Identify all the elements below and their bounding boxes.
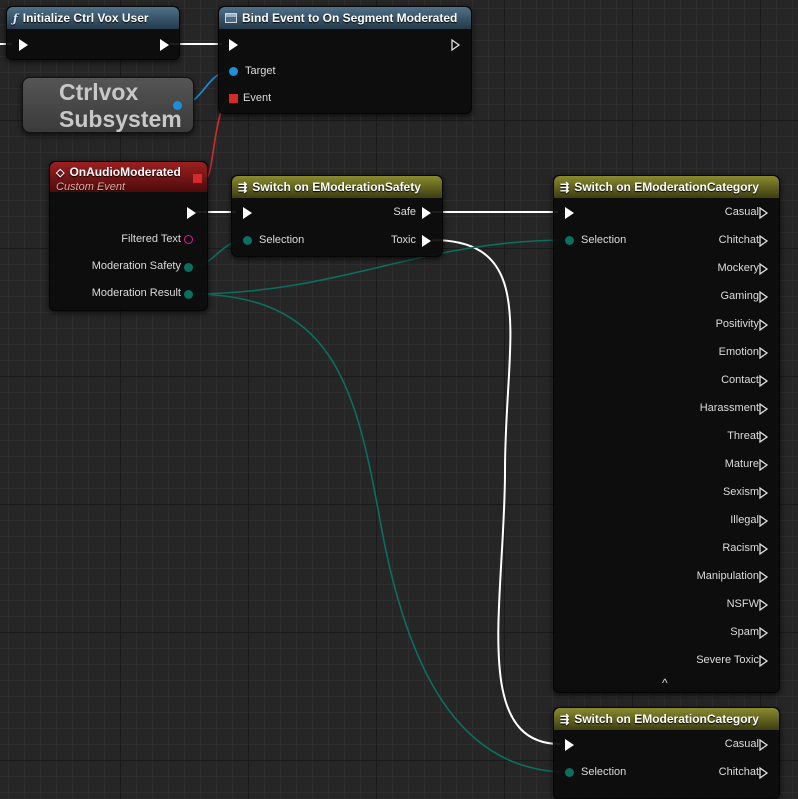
category-exec-out-pin[interactable]	[759, 207, 769, 219]
on-audio-moderated-node[interactable]: ◇ OnAudioModerated Custom Event Filtered …	[49, 161, 208, 311]
category-exec-out-pin[interactable]	[759, 655, 769, 667]
bind-event-node[interactable]: Bind Event to On Segment Moderated Targe…	[218, 6, 472, 114]
event-icon: ◇	[56, 167, 65, 179]
category-output-label: Casual	[724, 206, 759, 218]
exec-in-pin[interactable]	[229, 39, 238, 51]
category-exec-out-pin[interactable]	[759, 571, 769, 583]
category-exec-out-pin[interactable]	[759, 235, 769, 247]
moderation-safety-label: Moderation Safety	[91, 260, 181, 272]
category-exec-out-pin[interactable]	[759, 543, 769, 555]
category-output-label: Manipulation	[696, 570, 759, 582]
function-icon: ƒ	[13, 11, 18, 25]
exec-out-pin[interactable]	[451, 39, 461, 51]
exec-in-pin[interactable]	[565, 207, 574, 219]
exec-out-pin[interactable]	[187, 207, 196, 219]
switch-icon: ⇶	[560, 181, 570, 194]
bind-event-header: Bind Event to On Segment Moderated	[219, 7, 471, 29]
category-exec-out-pin[interactable]	[759, 459, 769, 471]
target-pin[interactable]	[229, 67, 238, 76]
selection-label: Selection	[581, 234, 627, 246]
selection-label: Selection	[259, 234, 305, 246]
selection-pin[interactable]	[243, 236, 252, 245]
enum-wire-result-to-category2	[189, 293, 569, 773]
category-output-label: Threat	[727, 430, 759, 442]
switch-safety-header: ⇶ Switch on EModerationSafety	[232, 176, 442, 198]
switch-category-2-header: ⇶ Switch on EModerationCategory	[554, 708, 779, 730]
collapse-chevron-icon[interactable]: ^	[662, 676, 668, 690]
initialize-user-title: Initialize Ctrl Vox User	[22, 11, 149, 25]
category-output-label: Gaming	[720, 290, 759, 302]
category-exec-out-pin[interactable]	[759, 403, 769, 415]
category-exec-out-pin[interactable]	[759, 599, 769, 611]
exec-in-pin[interactable]	[19, 39, 28, 51]
moderation-result-label: Moderation Result	[91, 287, 181, 299]
event-label: Event	[243, 92, 272, 104]
switch-category-2-title: Switch on EModerationCategory	[574, 712, 759, 726]
selection-label: Selection	[581, 766, 627, 778]
ctrlvox-subsystem-node[interactable]: Ctrlvox Subsystem	[22, 77, 194, 133]
exec-in-pin[interactable]	[565, 739, 574, 751]
safe-exec-pin[interactable]	[422, 207, 431, 219]
bind-event-icon	[225, 13, 237, 23]
selection-pin[interactable]	[565, 236, 574, 245]
exec-out-pin[interactable]	[160, 39, 169, 51]
moderation-result-pin[interactable]	[184, 290, 193, 299]
switch-safety-node[interactable]: ⇶ Switch on EModerationSafety Selection …	[231, 175, 443, 257]
category-exec-out-pin[interactable]	[759, 487, 769, 499]
category-output-label: Harassment	[699, 402, 759, 414]
switch-category-header: ⇶ Switch on EModerationCategory	[554, 176, 779, 198]
on-audio-moderated-header: ◇ OnAudioModerated Custom Event	[50, 162, 207, 192]
category-exec-out-pin[interactable]	[759, 263, 769, 275]
category-output-label: Chitchat	[718, 766, 759, 778]
category-output-label: Spam	[730, 626, 759, 638]
category-output-label: NSFW	[726, 598, 759, 610]
category-output-label: Emotion	[718, 346, 759, 358]
category-exec-out-pin[interactable]	[759, 347, 769, 359]
selection-pin[interactable]	[565, 768, 574, 777]
event-title: OnAudioModerated	[69, 165, 181, 179]
initialize-user-header: ƒ Initialize Ctrl Vox User	[7, 7, 179, 29]
subsystem-output-pin[interactable]	[173, 101, 182, 110]
category-output-label: Mature	[724, 458, 759, 470]
filtered-text-pin[interactable]	[184, 235, 193, 244]
safe-label: Safe	[393, 206, 416, 218]
toxic-label: Toxic	[390, 234, 416, 246]
event-delegate-pin[interactable]	[229, 94, 238, 103]
category-exec-out-pin[interactable]	[759, 627, 769, 639]
moderation-safety-pin[interactable]	[184, 263, 193, 272]
category-exec-out-pin[interactable]	[759, 739, 769, 751]
initialize-user-node[interactable]: ƒ Initialize Ctrl Vox User	[6, 6, 180, 60]
category-output-label: Chitchat	[718, 234, 759, 246]
toxic-exec-pin[interactable]	[422, 235, 431, 247]
switch-category-2-node[interactable]: ⇶ Switch on EModerationCategory Selectio…	[553, 707, 780, 799]
category-output-label: Sexism	[722, 486, 759, 498]
category-exec-out-pin[interactable]	[759, 431, 769, 443]
category-exec-out-pin[interactable]	[759, 767, 769, 779]
category-output-label: Casual	[724, 738, 759, 750]
bind-event-title: Bind Event to On Segment Moderated	[242, 11, 458, 25]
category-output-label: Mockery	[717, 262, 759, 274]
subsystem-title-line2: Subsystem	[59, 106, 182, 132]
switch-icon: ⇶	[238, 181, 248, 194]
exec-wire-toxic-to-category2	[431, 239, 561, 745]
target-label: Target	[245, 65, 276, 77]
category-output-label: Illegal	[730, 514, 759, 526]
category-exec-out-pin[interactable]	[759, 319, 769, 331]
category-output-label: Severe Toxic	[696, 654, 759, 666]
switch-category-node[interactable]: ⇶ Switch on EModerationCategory Selectio…	[553, 175, 780, 693]
switch-category-title: Switch on EModerationCategory	[574, 180, 759, 194]
category-output-label: Racism	[722, 542, 759, 554]
filtered-text-label: Filtered Text	[121, 233, 181, 245]
category-exec-out-pin[interactable]	[759, 515, 769, 527]
exec-in-pin[interactable]	[243, 207, 252, 219]
event-subtitle: Custom Event	[56, 181, 126, 192]
category-output-label: Positivity	[715, 318, 759, 330]
category-exec-out-pin[interactable]	[759, 291, 769, 303]
switch-safety-title: Switch on EModerationSafety	[252, 180, 421, 194]
delegate-output-pin[interactable]	[193, 174, 202, 183]
category-exec-out-pin[interactable]	[759, 375, 769, 387]
switch-icon: ⇶	[560, 713, 570, 726]
category-output-label: Contact	[721, 374, 759, 386]
